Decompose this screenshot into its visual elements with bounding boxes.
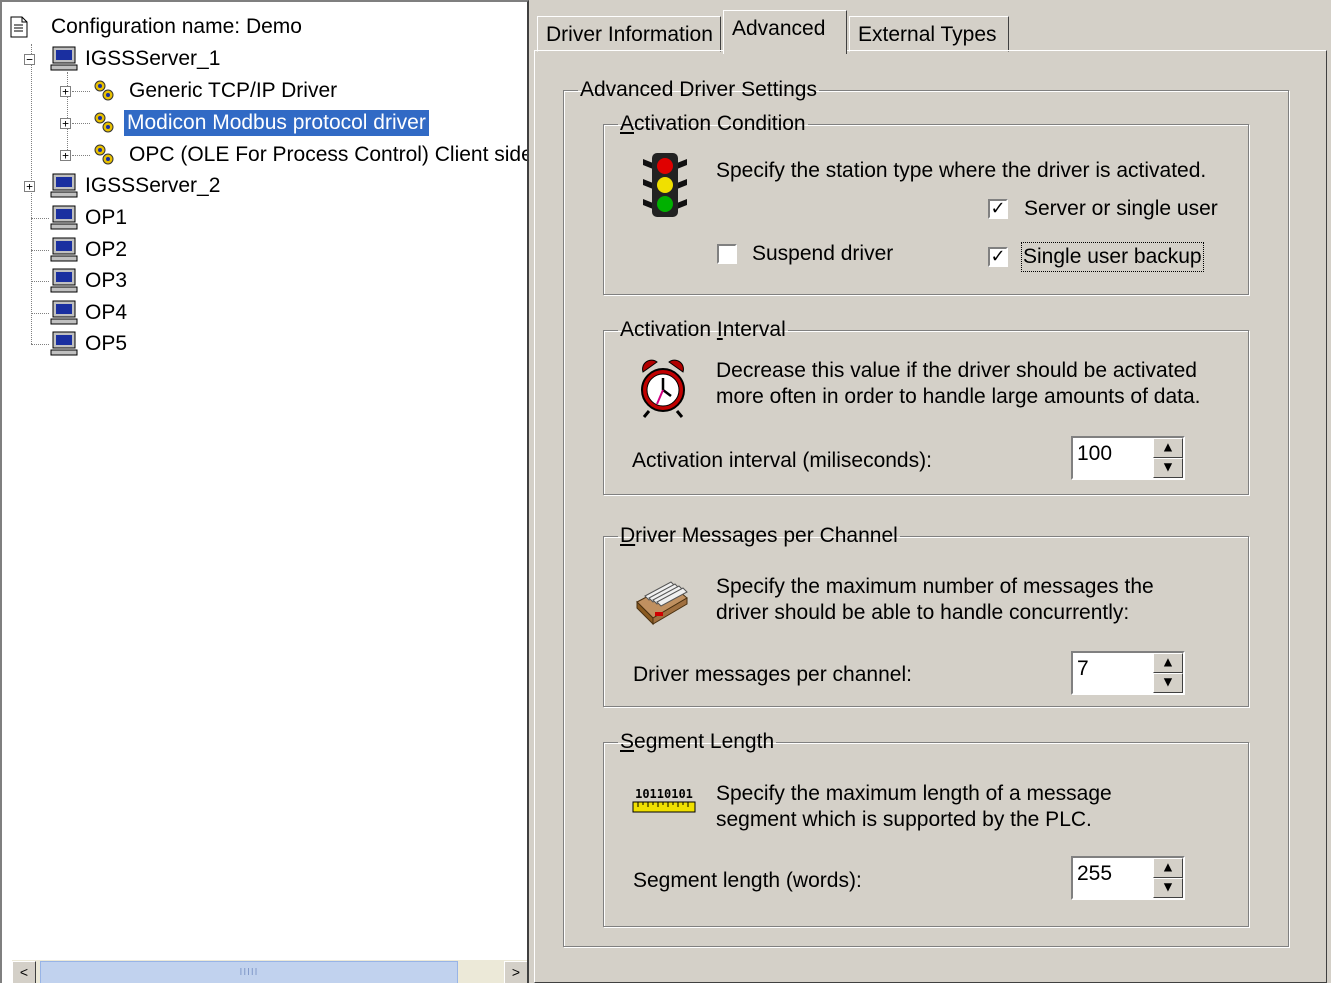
scroll-thumb[interactable]: IIIII: [40, 961, 458, 983]
tree-node-opc-client-driver[interactable]: OPC (OLE For Process Control) Client sid…: [92, 140, 529, 170]
tree-root-label: Configuration name: Demo: [51, 15, 302, 38]
tree-node-label: OP3: [85, 269, 128, 292]
tab-driver-information[interactable]: Driver Information: [537, 16, 721, 52]
segment-length-value[interactable]: 255: [1077, 862, 1112, 886]
tree-line: [72, 155, 90, 156]
segment-length-label: Segment length (words):: [633, 869, 862, 892]
group-title: Segment Length: [620, 730, 775, 753]
spin-down-button[interactable]: ▼: [1153, 458, 1183, 478]
computer-icon: [48, 205, 82, 231]
expand-icon[interactable]: +: [60, 86, 71, 97]
activation-interval-spinbox[interactable]: 100 ▲ ▼: [1071, 436, 1185, 480]
tree-node-op4[interactable]: OP4: [48, 298, 130, 328]
driver-messages-description-line1: Specify the maximum number of messages t…: [716, 575, 1154, 598]
tree-node-op3[interactable]: OP3: [48, 266, 130, 296]
spin-down-button[interactable]: ▼: [1153, 878, 1183, 898]
scroll-left-button[interactable]: <: [12, 961, 36, 983]
driver-messages-label: Driver messages per channel:: [633, 663, 912, 686]
driver-icon: [92, 143, 116, 167]
scroll-right-button[interactable]: >: [504, 961, 527, 983]
ruler-icon: 10110101: [632, 788, 696, 813]
activation-interval-label: Activation interval (miliseconds):: [632, 449, 932, 472]
group-title: Activation Interval: [620, 318, 786, 341]
tree-node-op1[interactable]: OP1: [48, 203, 130, 233]
tree-node-igssserver-2[interactable]: IGSSServer_2: [48, 171, 223, 201]
message-tray-icon: [633, 568, 691, 634]
spin-up-button[interactable]: ▲: [1153, 858, 1183, 878]
group-title: Activation Condition: [620, 112, 806, 135]
tree-line: [72, 123, 90, 124]
tree-node-label: OP4: [85, 301, 128, 324]
spin-down-button[interactable]: ▼: [1153, 673, 1183, 693]
tree-node-label: IGSSServer_2: [85, 174, 221, 197]
driver-icon: [92, 111, 116, 135]
group-title: Driver Messages per Channel: [620, 524, 898, 547]
segment-length-description-line2: segment which is supported by the PLC.: [716, 808, 1092, 831]
tree-node-modicon-modbus-driver[interactable]: Modicon Modbus protocol driver: [92, 108, 429, 138]
tab-external-types[interactable]: External Types: [849, 16, 1009, 52]
computer-icon: [48, 268, 82, 294]
activation-interval-value[interactable]: 100: [1077, 442, 1112, 466]
single-user-backup-checkbox[interactable]: ✓: [988, 247, 1008, 267]
group-title: Advanced Driver Settings: [580, 78, 817, 101]
configuration-tree[interactable]: Configuration name: Demo − IGSSServer_1 …: [0, 0, 529, 983]
tree-line: [31, 281, 49, 282]
traffic-light-icon: [639, 151, 691, 227]
tree-line: [31, 250, 49, 251]
segment-length-spinbox[interactable]: 255 ▲ ▼: [1071, 856, 1185, 900]
tree-node-op5[interactable]: OP5: [48, 329, 130, 359]
tree-line: [31, 313, 49, 314]
tree-line: [31, 218, 49, 219]
driver-messages-value[interactable]: 7: [1077, 657, 1089, 681]
tree-line: [72, 91, 90, 92]
activation-interval-description-line1: Decrease this value if the driver should…: [716, 359, 1197, 382]
tree-node-label: Generic TCP/IP Driver: [129, 79, 338, 102]
server-or-single-user-checkbox[interactable]: ✓: [988, 199, 1008, 219]
tree-line: [31, 186, 32, 344]
expand-icon[interactable]: +: [60, 118, 71, 129]
tree-node-label: Modicon Modbus protocol driver: [124, 110, 429, 136]
spin-up-button[interactable]: ▲: [1153, 438, 1183, 458]
driver-messages-spinbox[interactable]: 7 ▲ ▼: [1071, 651, 1185, 695]
collapse-icon[interactable]: −: [24, 54, 35, 65]
alarm-clock-icon: [637, 356, 689, 424]
advanced-tab-panel: Advanced Driver Settings Activation Cond…: [534, 50, 1327, 983]
tree-node-label: OP2: [85, 238, 128, 261]
tree-node-igssserver-1[interactable]: IGSSServer_1: [48, 44, 223, 74]
driver-messages-description-line2: driver should be able to handle concurre…: [716, 601, 1130, 624]
expand-icon[interactable]: +: [24, 181, 35, 192]
computer-icon: [48, 46, 82, 72]
tree-node-label: OPC (OLE For Process Control) Client sid…: [129, 143, 529, 166]
driver-icon: [92, 79, 116, 103]
expand-icon[interactable]: +: [60, 150, 71, 161]
tree-node-label: OP1: [85, 206, 128, 229]
tree-node-op2[interactable]: OP2: [48, 235, 130, 265]
single-user-backup-label[interactable]: Single user backup: [1021, 242, 1204, 272]
computer-icon: [48, 173, 82, 199]
segment-length-description-line1: Specify the maximum length of a message: [716, 782, 1112, 805]
spin-up-button[interactable]: ▲: [1153, 653, 1183, 673]
suspend-driver-checkbox[interactable]: [717, 244, 737, 264]
activation-condition-description: Specify the station type where the drive…: [716, 159, 1207, 182]
tree-node-label: IGSSServer_1: [85, 47, 221, 70]
tree-line: [31, 344, 49, 345]
suspend-driver-label[interactable]: Suspend driver: [752, 241, 893, 267]
tree-node-label: OP5: [85, 332, 128, 355]
tree-root[interactable]: Configuration name: Demo: [10, 12, 305, 42]
activation-interval-description-line2: more often in order to handle large amou…: [716, 385, 1201, 408]
tree-node-generic-tcpip-driver[interactable]: Generic TCP/IP Driver: [92, 76, 340, 106]
tree-horizontal-scrollbar[interactable]: < IIIII >: [12, 960, 527, 983]
computer-icon: [48, 331, 82, 357]
server-or-single-user-label[interactable]: Server or single user: [1024, 196, 1218, 222]
ruler-icon-label: 10110101: [635, 787, 693, 801]
tab-advanced[interactable]: Advanced: [723, 10, 847, 54]
computer-icon: [48, 300, 82, 326]
document-icon: [10, 16, 28, 38]
computer-icon: [48, 237, 82, 263]
